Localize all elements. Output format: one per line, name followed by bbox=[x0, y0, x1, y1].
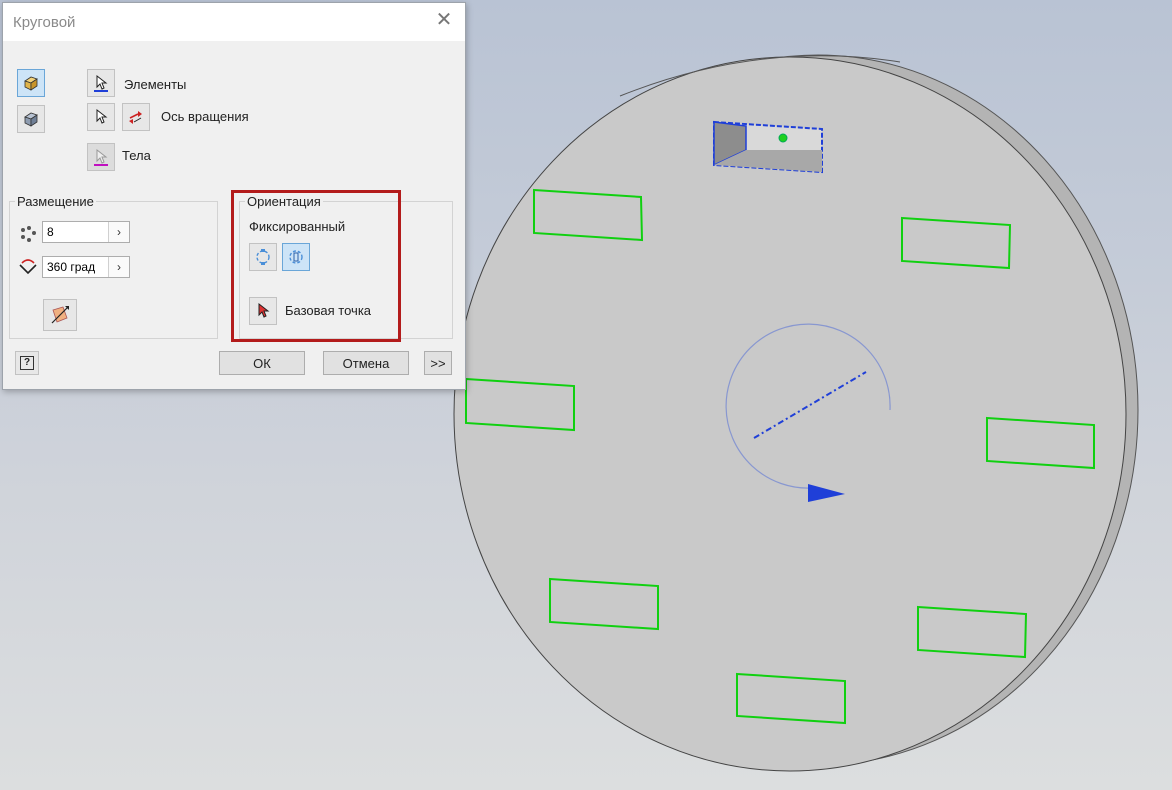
dialog-title: Круговой bbox=[13, 14, 76, 31]
pattern-bodies-mode-button[interactable] bbox=[17, 105, 45, 133]
axis-label: Ось вращения bbox=[161, 109, 249, 124]
circular-pattern-dialog: Круговой ✕ Элементы Ось вращения Тела Ра… bbox=[2, 2, 466, 390]
annotation-highlight-box bbox=[231, 190, 401, 342]
selected-slot[interactable] bbox=[713, 120, 823, 174]
dialog-titlebar[interactable]: Круговой ✕ bbox=[3, 3, 465, 41]
help-icon: ? bbox=[20, 356, 34, 370]
placement-title: Размещение bbox=[15, 194, 96, 209]
angle-icon bbox=[18, 257, 38, 278]
elements-label: Элементы bbox=[124, 77, 187, 92]
flip-direction-button[interactable] bbox=[122, 103, 150, 131]
select-arrow-icon bbox=[96, 108, 108, 124]
axis-select-button[interactable] bbox=[87, 103, 115, 131]
count-input[interactable] bbox=[43, 222, 113, 242]
count-icon bbox=[19, 225, 37, 246]
select-arrow-icon bbox=[94, 74, 108, 92]
pattern-mode-group bbox=[11, 61, 55, 145]
midplane-button[interactable] bbox=[43, 299, 77, 331]
count-field[interactable]: › bbox=[42, 221, 130, 243]
feature-cube-icon bbox=[24, 76, 38, 91]
midplane-icon bbox=[51, 306, 69, 324]
more-options-button[interactable]: >> bbox=[424, 351, 452, 375]
ok-button[interactable]: ОК bbox=[219, 351, 305, 375]
cancel-button[interactable]: Отмена bbox=[323, 351, 409, 375]
angle-field[interactable]: › bbox=[42, 256, 130, 278]
bodies-label: Тела bbox=[122, 148, 151, 163]
angle-expand-arrow[interactable]: › bbox=[108, 257, 129, 277]
pattern-features-mode-button[interactable] bbox=[17, 69, 45, 97]
flip-direction-icon bbox=[129, 111, 142, 124]
elements-select-button[interactable] bbox=[87, 69, 115, 97]
select-arrow-icon bbox=[94, 148, 108, 166]
close-icon[interactable]: ✕ bbox=[433, 9, 455, 31]
angle-input[interactable] bbox=[43, 257, 113, 277]
bodies-select-button[interactable] bbox=[87, 143, 115, 171]
count-expand-arrow[interactable]: › bbox=[108, 222, 129, 242]
help-button[interactable]: ? bbox=[15, 351, 39, 375]
solid-body-icon bbox=[24, 112, 38, 127]
